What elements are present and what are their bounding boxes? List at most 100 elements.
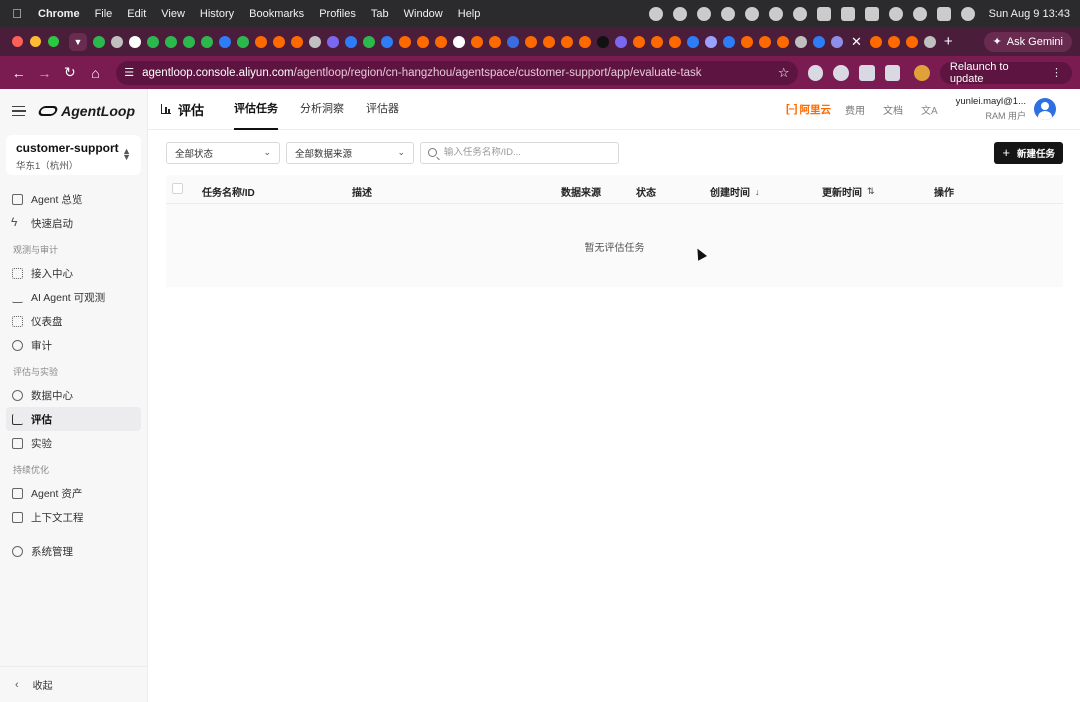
tab-favicon-icon[interactable] (381, 35, 393, 48)
sidebar-item-data-center[interactable]: 数据中心 (6, 383, 141, 407)
menu-app-name[interactable]: Chrome (38, 8, 80, 20)
aliyun-logo[interactable]: [–] 阿里云 (786, 102, 831, 117)
tab-favicon-icon[interactable] (615, 35, 627, 48)
tab-search-button[interactable]: ▼ (69, 32, 87, 51)
sidebar-item-agent-overview[interactable]: Agent 总览 (6, 187, 141, 211)
status-filter-select[interactable]: 全部状态 ⌄ (166, 141, 280, 164)
agentspace-switcher[interactable]: customer-support 华东1（杭州） ▲ ▼ (6, 135, 141, 175)
vpn-icon[interactable] (720, 6, 735, 21)
menu-profiles[interactable]: Profiles (319, 8, 356, 20)
ask-gemini-button[interactable]: ✦ Ask Gemini (983, 31, 1072, 52)
home-button[interactable]: ⌂ (85, 65, 107, 81)
bookmark-star-icon[interactable]: ☆ (778, 65, 790, 81)
tab-favicon-icon[interactable] (813, 35, 825, 48)
user-info[interactable]: yunlei.mayl@1... RAM 用户 (956, 96, 1026, 122)
tab-favicon-icon[interactable] (255, 35, 267, 48)
sidebar-item-quick-start[interactable]: 快速启动 (6, 211, 141, 235)
spotlight-icon[interactable] (912, 6, 927, 21)
tab-favicon-icon[interactable] (147, 35, 159, 48)
tab-favicon-icon[interactable] (723, 35, 735, 48)
tab-favicon-icon[interactable] (471, 35, 483, 48)
menu-edit[interactable]: Edit (127, 8, 146, 20)
sidebar-item-audit[interactable]: 审计 (6, 333, 141, 357)
menu-bookmarks[interactable]: Bookmarks (249, 8, 304, 20)
tab-favicon-icon[interactable] (399, 35, 411, 48)
tab-favicon-icon[interactable] (489, 35, 501, 48)
control-center-icon[interactable] (936, 6, 951, 21)
shield-status-icon[interactable] (816, 6, 831, 21)
select-all-checkbox[interactable] (172, 183, 183, 194)
menu-window[interactable]: Window (404, 8, 443, 20)
tab-favicon-icon[interactable] (525, 35, 537, 48)
sidebar-item-context-engineering[interactable]: 上下文工程 (6, 505, 141, 529)
sort-desc-icon[interactable]: ↓ (755, 187, 760, 197)
extension-icon-1[interactable] (807, 64, 824, 81)
tab-favicon-icon[interactable] (795, 35, 807, 48)
tab-favicon-icon[interactable] (309, 35, 321, 48)
avatar[interactable] (1034, 98, 1056, 120)
menu-history[interactable]: History (200, 8, 234, 20)
column-created-time[interactable]: 创建时间 ↓ (710, 184, 760, 200)
apple-icon[interactable]:  (10, 6, 24, 21)
extension-icon-3[interactable] (858, 64, 875, 81)
battery-icon[interactable] (864, 6, 879, 21)
tab-favicon-icon[interactable] (905, 35, 918, 48)
menu-icon[interactable] (12, 106, 27, 116)
tab-favicon-icon[interactable] (579, 35, 591, 48)
tab-analysis-insights[interactable]: 分析洞察 (300, 89, 344, 130)
input-method-icon[interactable] (840, 6, 855, 21)
site-settings-icon[interactable]: ☰ (124, 66, 134, 79)
menu-view[interactable]: View (161, 8, 185, 20)
tab-favicon-icon[interactable] (741, 35, 753, 48)
tab-favicon-icon[interactable] (669, 35, 681, 48)
menu-tab[interactable]: Tab (371, 8, 389, 20)
sidebar-item-experiment[interactable]: 实验 (6, 431, 141, 455)
tab-favicon-icon[interactable] (363, 35, 375, 48)
record-icon[interactable] (648, 6, 663, 21)
sidebar-item-agent-assets[interactable]: Agent 资产 (6, 481, 141, 505)
tab-favicon-icon[interactable] (597, 35, 609, 48)
tab-favicon-icon[interactable] (507, 35, 519, 48)
tab-favicon-icon[interactable] (219, 35, 231, 48)
tab-favicon-icon[interactable] (183, 35, 195, 48)
sidebar-item-system-settings[interactable]: 系统管理 (6, 539, 141, 563)
extension-icon-2[interactable] (833, 64, 849, 81)
siri-icon[interactable] (960, 6, 975, 21)
tab-favicon-icon[interactable] (435, 35, 447, 48)
sort-icon[interactable]: ⇅ (867, 186, 875, 197)
tab-favicon-icon[interactable] (237, 35, 249, 48)
tab-favicon-icon[interactable] (777, 35, 789, 48)
new-tab-button[interactable]: + (944, 33, 953, 50)
back-button[interactable]: ← (8, 65, 30, 81)
language-icon[interactable]: 文A (921, 102, 938, 117)
tab-favicon-icon[interactable] (327, 35, 339, 48)
tab-favicon-icon[interactable] (345, 35, 357, 48)
night-shift-icon[interactable] (792, 6, 807, 21)
tab-favicon-icon[interactable] (831, 35, 843, 48)
close-window-button[interactable] (12, 36, 23, 47)
extensions-puzzle-icon[interactable] (884, 64, 901, 81)
tab-favicon-icon[interactable] (705, 35, 717, 48)
tab-favicon-icon[interactable] (651, 35, 663, 48)
link-icon[interactable] (888, 6, 903, 21)
new-task-button[interactable]: + 新建任务 (994, 141, 1063, 164)
tab-favicon-icon[interactable] (417, 35, 429, 48)
sidebar-item-dashboard[interactable]: 仪表盘 (6, 309, 141, 333)
docs-link[interactable]: 文档 (883, 102, 903, 117)
tab-favicon-icon[interactable] (111, 35, 123, 48)
tab-favicon-icon[interactable] (687, 35, 699, 48)
collapse-sidebar-button[interactable]: ‹ 收起 (0, 666, 148, 702)
more-menu-icon[interactable]: ⋮ (1051, 66, 1062, 79)
tab-favicon-icon[interactable] (291, 35, 303, 48)
task-search-box[interactable] (420, 141, 619, 164)
menubar-clock[interactable]: Sun Aug 9 13:43 (989, 8, 1070, 20)
data-source-filter-select[interactable]: 全部数据来源 ⌄ (286, 141, 414, 164)
tab-favicon-icon[interactable] (633, 35, 645, 48)
tab-favicon-icon[interactable] (201, 35, 213, 48)
tab-favicon-icon[interactable] (759, 35, 771, 48)
column-updated-time[interactable]: 更新时间 ⇅ (822, 184, 875, 199)
tab-favicon-icon[interactable] (453, 35, 465, 48)
tab-evaluators[interactable]: 评估器 (366, 89, 399, 130)
ai-tool-icon[interactable] (696, 6, 711, 21)
tab-favicon-icon[interactable] (869, 35, 882, 48)
